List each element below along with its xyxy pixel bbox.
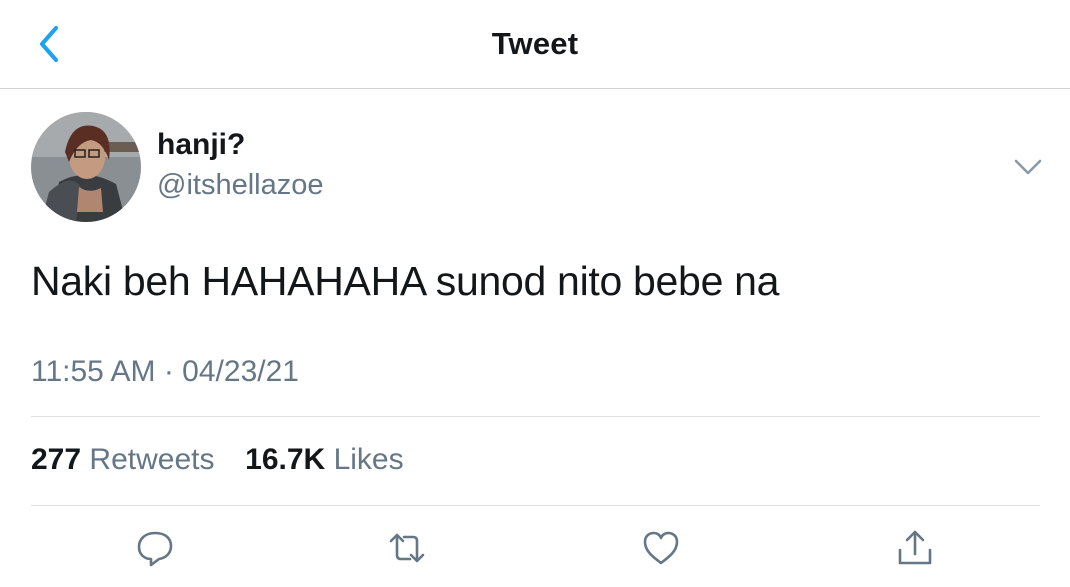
retweet-icon (389, 533, 425, 563)
divider (31, 416, 1040, 417)
tweet-timestamp[interactable]: 11:55 AM · 04/23/21 (31, 355, 299, 389)
tweet-text: Naki beh HAHAHAHA sunod nito bebe na (31, 258, 780, 304)
retweets-stat[interactable]: 277 Retweets (31, 443, 223, 476)
likes-stat[interactable]: 16.7K Likes (245, 443, 403, 476)
reply-icon (137, 531, 173, 567)
share-icon (898, 530, 932, 565)
heart-icon (643, 531, 679, 565)
retweets-label: Retweets (89, 443, 215, 476)
tweet-stats: 277 Retweets 16.7K Likes (31, 443, 404, 477)
more-options-button[interactable] (1010, 152, 1046, 182)
nav-bar: Tweet (0, 0, 1070, 89)
display-name[interactable]: hanji? (157, 128, 245, 162)
chevron-down-icon (1014, 159, 1042, 175)
user-handle[interactable]: @itshellazoe (157, 169, 323, 202)
likes-label: Likes (333, 443, 404, 476)
reply-button[interactable] (135, 528, 175, 568)
avatar[interactable] (31, 112, 141, 222)
share-button[interactable] (895, 528, 935, 568)
page-title: Tweet (491, 26, 579, 61)
avatar-image (31, 112, 141, 222)
like-button[interactable] (641, 528, 681, 568)
divider (31, 505, 1040, 506)
likes-count: 16.7K (245, 443, 326, 476)
retweet-button[interactable] (387, 528, 427, 568)
retweets-count: 277 (31, 443, 82, 476)
